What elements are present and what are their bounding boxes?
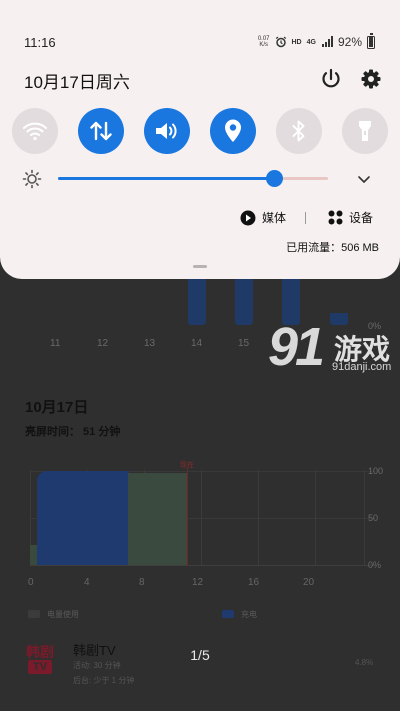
legend-label-charging: 充电 xyxy=(241,610,257,619)
settings-gear-icon[interactable] xyxy=(359,67,383,91)
flashlight-icon xyxy=(359,121,371,141)
data-usage-text: 已用流量：506 MB xyxy=(286,242,379,254)
x-tick: 0 xyxy=(28,577,34,588)
now-marker xyxy=(187,468,188,566)
x-tick: 12 xyxy=(192,577,204,588)
network-speed: 0.07 K/s xyxy=(258,36,270,48)
tile-location[interactable] xyxy=(210,108,256,154)
grid-line xyxy=(258,470,259,565)
location-pin-icon xyxy=(225,119,241,142)
network-type: 4G xyxy=(306,38,316,46)
brightness-slider-fill xyxy=(58,177,274,180)
devices-button[interactable]: 设备 xyxy=(328,209,373,226)
signal-icon xyxy=(321,36,333,47)
grid-line xyxy=(201,470,202,565)
status-icons: 0.07 K/s HD 4G 92% xyxy=(258,33,375,49)
grid-line xyxy=(315,470,316,565)
brightness-icon xyxy=(22,169,42,189)
quick-settings-panel: 11:16 0.07 K/s HD 4G 92% 10月17日周六 媒体 设备 … xyxy=(0,0,400,279)
usage-bar-15 xyxy=(235,279,253,325)
legend-swatch-charging xyxy=(222,610,234,618)
media-label: 媒体 xyxy=(262,211,287,225)
legend-label-usage: 电量使用 xyxy=(47,610,79,619)
y-tick: 100 xyxy=(368,466,384,476)
y-tick: 0% xyxy=(368,560,382,570)
x-tick: 20 xyxy=(303,577,315,588)
data-transfer-icon xyxy=(90,121,112,141)
grid-baseline xyxy=(30,565,375,566)
watermark-url: 91danji.com xyxy=(332,361,392,373)
chevron-down-icon[interactable] xyxy=(356,171,372,187)
grid-line xyxy=(364,470,365,565)
week-tick: 11 xyxy=(50,338,61,349)
bluetooth-icon xyxy=(292,120,305,142)
tile-bluetooth[interactable] xyxy=(276,108,322,154)
week-tick: 15 xyxy=(238,338,250,349)
week-tick: 14 xyxy=(191,338,203,349)
tile-flashlight[interactable] xyxy=(342,108,388,154)
usage-bar-17 xyxy=(330,313,348,325)
status-time: 11:16 xyxy=(24,35,56,50)
play-icon xyxy=(240,210,256,225)
volume-icon xyxy=(156,123,177,139)
x-tick: 8 xyxy=(139,577,145,588)
week-tick: 12 xyxy=(97,338,109,349)
usage-bar-14 xyxy=(188,279,206,325)
usage-area xyxy=(128,473,188,565)
devices-grid-icon xyxy=(328,210,343,225)
legend-swatch-usage xyxy=(28,610,40,618)
panel-date: 10月17日周六 xyxy=(24,73,130,92)
tile-wifi[interactable] xyxy=(12,108,58,154)
wifi-icon xyxy=(23,122,47,141)
media-button[interactable]: 媒体 xyxy=(240,209,286,226)
devices-label: 设备 xyxy=(349,211,374,225)
brightness-slider-knob[interactable] xyxy=(266,170,283,187)
usage-date-heading: 10月17日 xyxy=(25,399,89,416)
alarm-icon xyxy=(275,36,286,48)
page-indicator: 1/5 xyxy=(190,647,210,663)
brightness-slider[interactable] xyxy=(58,170,328,187)
watermark-logo: 91 游戏 91danji.com xyxy=(268,317,391,377)
battery-percent: 92% xyxy=(337,35,362,49)
battery-icon xyxy=(367,33,375,49)
power-icon[interactable] xyxy=(319,67,343,91)
tile-mobile-data[interactable] xyxy=(78,108,124,154)
now-marker-label: 现在 xyxy=(180,462,194,469)
screen-on-time: 亮屏时间： 51 分钟 xyxy=(25,426,121,438)
week-tick: 13 xyxy=(144,338,156,349)
y-tick: 50 xyxy=(368,513,379,523)
watermark-number: 91 xyxy=(268,317,325,377)
x-tick: 16 xyxy=(248,577,260,588)
charging-area xyxy=(37,471,129,565)
divider xyxy=(305,212,306,224)
network-speed-unit: K/s xyxy=(259,42,268,48)
panel-drag-handle[interactable] xyxy=(193,265,207,268)
app-background-time: 后台: 少于 1 分钟 xyxy=(73,676,135,685)
hd-voice-label: HD xyxy=(291,38,302,46)
x-tick: 4 xyxy=(84,577,90,588)
tile-sound[interactable] xyxy=(144,108,190,154)
